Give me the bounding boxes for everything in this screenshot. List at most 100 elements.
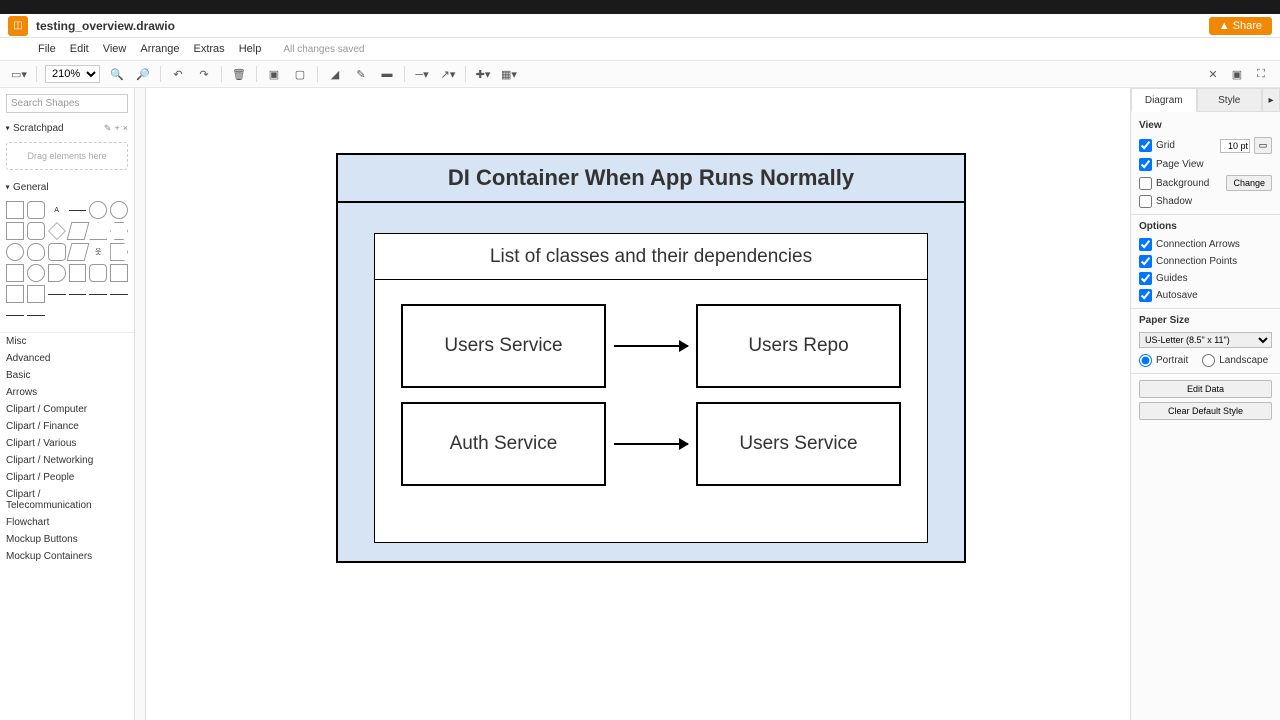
menu-help[interactable]: Help xyxy=(239,43,262,55)
edit-data-button[interactable]: Edit Data xyxy=(1139,380,1272,398)
scratchpad-dropzone[interactable]: Drag elements here xyxy=(6,142,128,170)
zoom-in-icon[interactable]: 🔍 xyxy=(108,65,126,83)
shape-process[interactable] xyxy=(27,222,45,240)
cat-mockup-containers[interactable]: Mockup Containers xyxy=(0,548,134,565)
page-icon[interactable]: ▭▾ xyxy=(10,65,28,83)
shape-rect[interactable] xyxy=(6,201,24,219)
shadow-icon[interactable]: ▬ xyxy=(378,65,396,83)
tab-style[interactable]: Style xyxy=(1197,88,1263,112)
undo-icon[interactable]: ↶ xyxy=(169,65,187,83)
shape-heading[interactable] xyxy=(69,201,87,219)
inner-title[interactable]: List of classes and their dependencies xyxy=(375,234,927,280)
cat-clipart-people[interactable]: Clipart / People xyxy=(0,469,134,486)
delete-icon[interactable]: 🗑 xyxy=(230,65,248,83)
shape-or[interactable] xyxy=(27,264,45,282)
portrait-radio[interactable] xyxy=(1139,354,1152,367)
shape-cube[interactable] xyxy=(27,285,45,303)
cat-clipart-various[interactable]: Clipart / Various xyxy=(0,435,134,452)
shape-callout[interactable] xyxy=(6,264,24,282)
shape-biarrow[interactable] xyxy=(110,285,128,303)
landscape-radio[interactable] xyxy=(1202,354,1215,367)
background-change-button[interactable]: Change xyxy=(1226,175,1272,191)
shape-cylinder[interactable] xyxy=(6,243,24,261)
zoom-out-icon[interactable]: 🔎 xyxy=(134,65,152,83)
cat-flowchart[interactable]: Flowchart xyxy=(0,514,134,531)
general-header[interactable]: General xyxy=(0,178,134,197)
shape-ellipse[interactable] xyxy=(89,201,107,219)
arrow-2[interactable] xyxy=(614,443,688,445)
to-back-icon[interactable]: ▢ xyxy=(291,65,309,83)
shape-dashed[interactable] xyxy=(69,285,87,303)
paper-size-select[interactable]: US-Letter (8.5" x 11") xyxy=(1139,332,1272,348)
shape-curve[interactable] xyxy=(6,306,24,324)
shape-link[interactable] xyxy=(48,285,66,303)
conn-points-checkbox[interactable] xyxy=(1139,255,1152,268)
cat-clipart-computer[interactable]: Clipart / Computer xyxy=(0,401,134,418)
shape-data[interactable] xyxy=(66,243,89,261)
scratchpad-add-icon[interactable]: + xyxy=(114,123,119,134)
grid-checkbox[interactable] xyxy=(1139,139,1152,152)
node-auth-service[interactable]: Auth Service xyxy=(401,402,606,486)
redo-icon[interactable]: ↷ xyxy=(195,65,213,83)
guides-checkbox[interactable] xyxy=(1139,272,1152,285)
cat-clipart-telecom[interactable]: Clipart / Telecommunication xyxy=(0,486,134,514)
close-icon[interactable]: ✕ xyxy=(1204,65,1222,83)
node-users-service[interactable]: Users Service xyxy=(401,304,606,388)
di-container[interactable]: DI Container When App Runs Normally List… xyxy=(336,153,966,563)
zoom-select[interactable]: 210% xyxy=(45,65,100,83)
shape-text[interactable]: A xyxy=(48,201,66,219)
pageview-checkbox[interactable] xyxy=(1139,158,1152,171)
insert-icon[interactable]: ✚▾ xyxy=(474,65,492,83)
shape-and[interactable] xyxy=(48,264,66,282)
line-color-icon[interactable]: ✎ xyxy=(352,65,370,83)
shape-card[interactable] xyxy=(89,264,107,282)
scratchpad-edit-icon[interactable]: ✎ xyxy=(104,123,112,134)
menu-file[interactable]: File xyxy=(38,43,56,55)
to-front-icon[interactable]: ▣ xyxy=(265,65,283,83)
shape-parallelogram[interactable] xyxy=(66,222,89,240)
table-icon[interactable]: ▦▾ xyxy=(500,65,518,83)
cat-mockup-buttons[interactable]: Mockup Buttons xyxy=(0,531,134,548)
shape-document[interactable] xyxy=(48,243,66,261)
page-surface[interactable]: DI Container When App Runs Normally List… xyxy=(145,88,1130,720)
class-list-container[interactable]: List of classes and their dependencies U… xyxy=(374,233,928,543)
shape-rounded[interactable] xyxy=(27,201,45,219)
cat-advanced[interactable]: Advanced xyxy=(0,350,134,367)
shape-dotted[interactable] xyxy=(27,306,45,324)
tab-collapse-icon[interactable]: ▸ xyxy=(1262,88,1280,112)
connection-icon[interactable]: ─▾ xyxy=(413,65,431,83)
shape-cloud[interactable] xyxy=(27,243,45,261)
shape-diamond[interactable] xyxy=(48,222,66,240)
node-users-repo[interactable]: Users Repo xyxy=(696,304,901,388)
share-button[interactable]: ▲ Share xyxy=(1209,17,1272,35)
conn-arrows-checkbox[interactable] xyxy=(1139,238,1152,251)
shape-arrow[interactable] xyxy=(89,285,107,303)
collapse-icon[interactable]: ▣ xyxy=(1228,65,1246,83)
menu-extras[interactable]: Extras xyxy=(194,43,225,55)
autosave-checkbox[interactable] xyxy=(1139,289,1152,302)
shape-step[interactable] xyxy=(110,243,128,261)
scratchpad-header[interactable]: Scratchpad ✎ + × xyxy=(0,119,134,138)
cat-misc[interactable]: Misc xyxy=(0,332,134,350)
scratchpad-close-icon[interactable]: × xyxy=(123,123,128,134)
shape-datastore[interactable] xyxy=(69,264,87,282)
shadow-checkbox[interactable] xyxy=(1139,195,1152,208)
cat-basic[interactable]: Basic xyxy=(0,367,134,384)
cat-arrows[interactable]: Arrows xyxy=(0,384,134,401)
shape-triangle[interactable] xyxy=(89,222,107,240)
cat-clipart-networking[interactable]: Clipart / Networking xyxy=(0,452,134,469)
search-input[interactable]: Search Shapes xyxy=(6,94,128,113)
menu-view[interactable]: View xyxy=(103,43,127,55)
menu-edit[interactable]: Edit xyxy=(70,43,89,55)
arrow-1[interactable] xyxy=(614,345,688,347)
shape-tape[interactable] xyxy=(110,264,128,282)
cat-clipart-finance[interactable]: Clipart / Finance xyxy=(0,418,134,435)
container-title[interactable]: DI Container When App Runs Normally xyxy=(338,155,964,203)
fill-color-icon[interactable]: ◢ xyxy=(326,65,344,83)
shape-square[interactable] xyxy=(6,222,24,240)
menu-arrange[interactable]: Arrange xyxy=(140,43,179,55)
canvas[interactable]: DI Container When App Runs Normally List… xyxy=(135,88,1130,720)
shape-circle[interactable] xyxy=(110,201,128,219)
file-name[interactable]: testing_overview.drawio xyxy=(36,19,175,33)
shape-actor[interactable]: 웃 xyxy=(89,243,107,261)
